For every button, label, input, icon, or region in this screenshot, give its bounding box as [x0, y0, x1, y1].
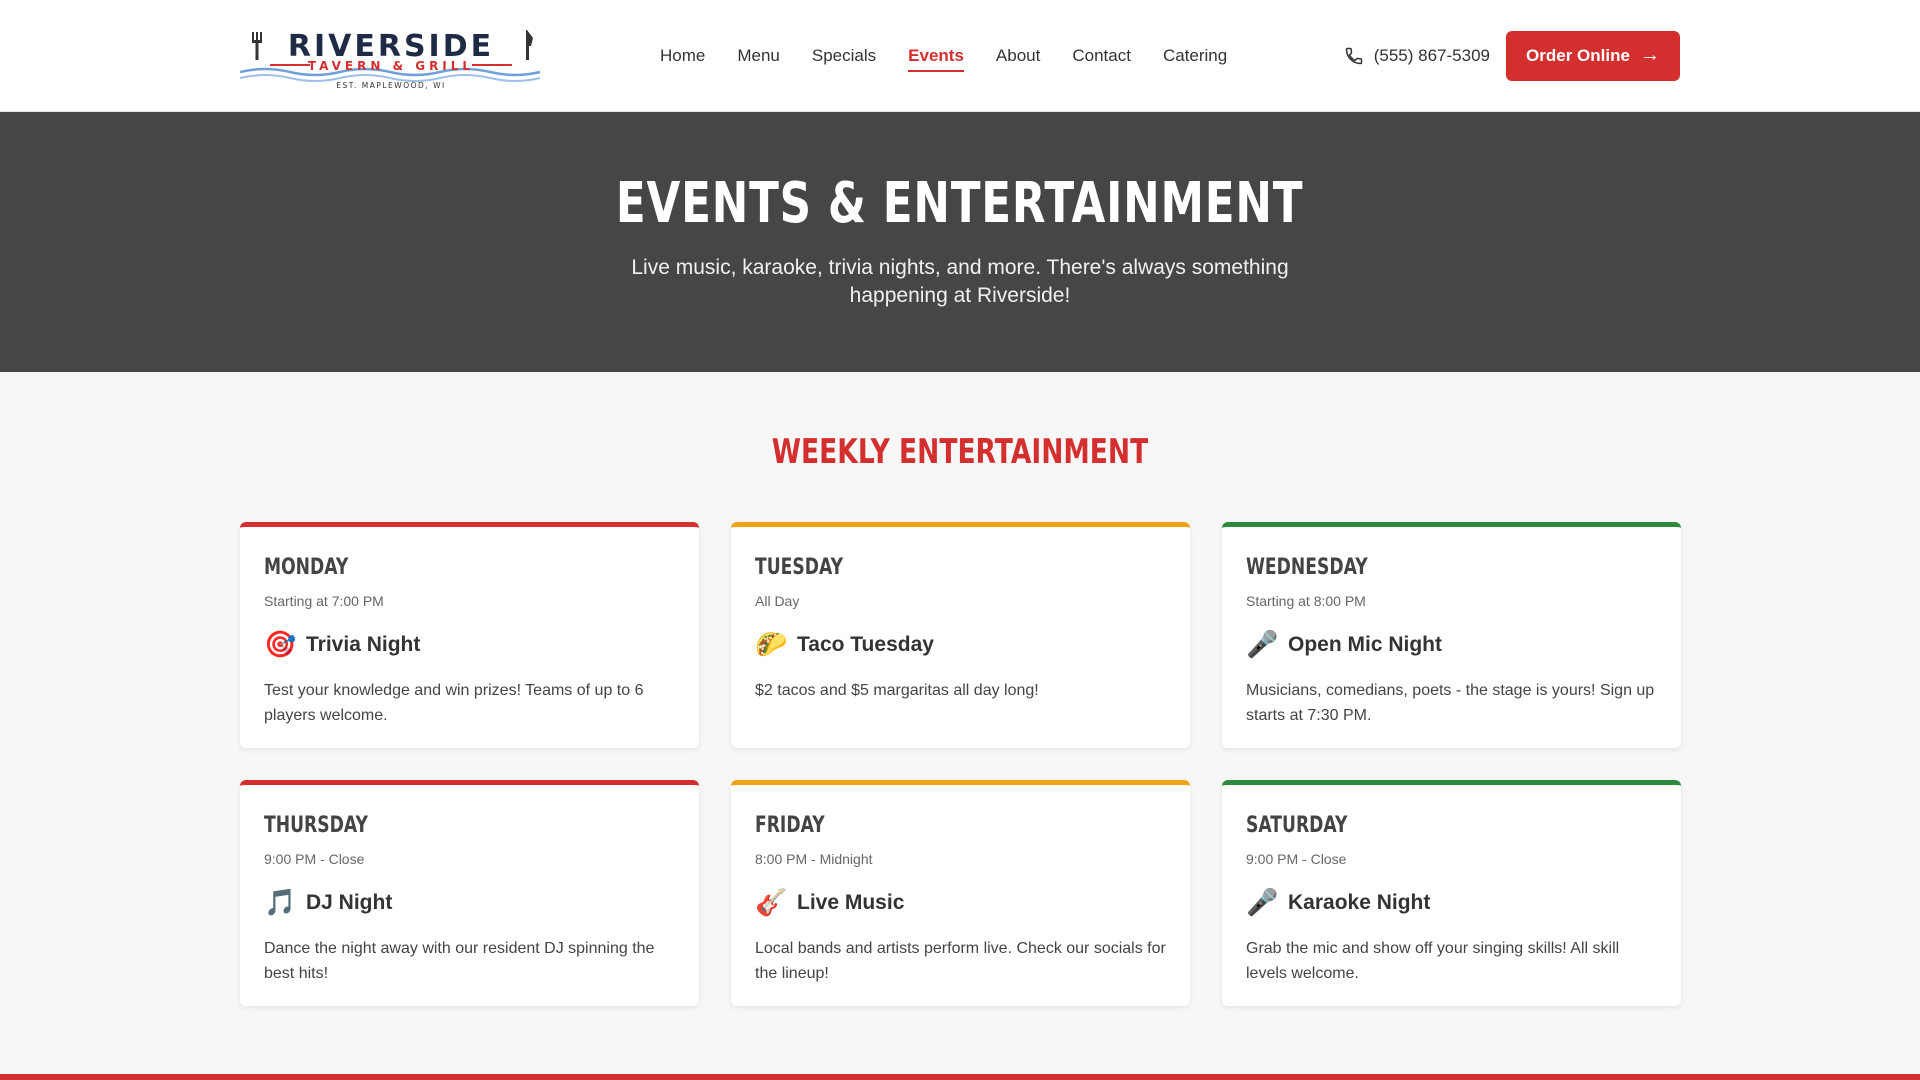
guitar-icon: 🎸 — [755, 887, 788, 917]
section-title: Weekly Entertainment — [771, 432, 1149, 472]
event-heading: 🎤 Open Mic Night — [1246, 629, 1657, 660]
event-day: Saturday — [1246, 813, 1348, 838]
event-description: Dance the night away with our resident D… — [264, 940, 655, 982]
event-heading: 🎯 Trivia Night — [264, 629, 675, 660]
event-description: Local bands and artists perform live. Ch… — [755, 940, 1166, 982]
event-time: Starting at 7:00 PM — [264, 593, 384, 609]
event-heading: 🌮 Taco Tuesday — [755, 629, 1166, 660]
main-nav: Home Menu Specials Events About Contact … — [660, 0, 1259, 112]
order-online-button[interactable]: Order Online → — [1506, 30, 1680, 81]
music-note-icon: 🎵 — [264, 887, 297, 917]
taco-icon: 🌮 — [755, 629, 788, 659]
hero-subtitle: Live music, karaoke, trivia nights, and … — [631, 256, 1289, 307]
event-name: DJ Night — [306, 890, 393, 914]
arrow-right-icon: → — [1639, 44, 1660, 66]
event-card-saturday: Saturday 9:00 PM - Close 🎤 Karaoke Night… — [1222, 780, 1681, 1006]
phone-number: (555) 867-5309 — [1373, 45, 1490, 65]
event-day: Monday — [264, 555, 349, 580]
event-name: Open Mic Night — [1288, 632, 1442, 656]
event-card-wednesday: Wednesday Starting at 8:00 PM 🎤 Open Mic… — [1222, 522, 1681, 748]
event-day: Thursday — [264, 813, 368, 838]
event-heading: 🎵 DJ Night — [264, 887, 675, 918]
nav-home[interactable]: Home — [660, 36, 705, 76]
svg-text:TAVERN & GRILL: TAVERN & GRILL — [308, 59, 474, 73]
event-heading: 🎤 Karaoke Night — [1246, 887, 1657, 918]
event-name: Taco Tuesday — [797, 632, 934, 656]
microphone-icon: 🎤 — [1246, 629, 1279, 659]
riverside-logo[interactable]: RIVERSIDE TAVERN & GRILL EST. MAPLEWOOD,… — [240, 18, 542, 94]
event-day: Friday — [755, 813, 825, 838]
event-card-tuesday: Tuesday All Day 🌮 Taco Tuesday $2 tacos … — [731, 522, 1190, 748]
event-card-thursday: Thursday 9:00 PM - Close 🎵 DJ Night Danc… — [240, 780, 699, 1006]
event-day: Wednesday — [1246, 555, 1368, 580]
event-description: Test your knowledge and win prizes! Team… — [264, 682, 644, 724]
hero-banner: Events & Entertainment Live music, karao… — [0, 112, 1920, 372]
svg-text:EST. MAPLEWOOD, WI: EST. MAPLEWOOD, WI — [336, 81, 445, 90]
event-description: Grab the mic and show off your singing s… — [1246, 940, 1620, 982]
page-title: Events & Entertainment — [616, 171, 1304, 236]
event-time: 9:00 PM - Close — [1246, 851, 1347, 867]
event-name: Karaoke Night — [1288, 890, 1431, 914]
event-time: Starting at 8:00 PM — [1246, 593, 1366, 609]
target-icon: 🎯 — [264, 629, 297, 659]
nav-events[interactable]: Events — [908, 36, 964, 76]
event-name: Trivia Night — [306, 632, 421, 656]
order-online-label: Order Online — [1526, 45, 1630, 65]
nav-about[interactable]: About — [996, 36, 1040, 76]
nav-contact[interactable]: Contact — [1072, 36, 1131, 76]
event-card-friday: Friday 8:00 PM - Midnight 🎸 Live Music L… — [731, 780, 1190, 1006]
event-card-monday: Monday Starting at 7:00 PM 🎯 Trivia Nigh… — [240, 522, 699, 748]
event-description: $2 tacos and $5 margaritas all day long! — [755, 682, 1039, 699]
phone-icon — [1345, 47, 1362, 64]
event-grid: Monday Starting at 7:00 PM 🎯 Trivia Nigh… — [240, 522, 1681, 1006]
logo-graphic: RIVERSIDE TAVERN & GRILL EST. MAPLEWOOD,… — [240, 29, 541, 90]
footer-accent-bar — [0, 1074, 1920, 1080]
nav-catering[interactable]: Catering — [1163, 36, 1227, 76]
event-time: All Day — [755, 593, 800, 609]
event-name: Live Music — [797, 890, 905, 914]
event-heading: 🎸 Live Music — [755, 887, 1166, 918]
site-header: RIVERSIDE TAVERN & GRILL EST. MAPLEWOOD,… — [0, 0, 1920, 112]
phone-link[interactable]: (555) 867-5309 — [1344, 46, 1490, 66]
nav-menu[interactable]: Menu — [737, 36, 780, 76]
nav-specials[interactable]: Specials — [812, 36, 876, 76]
weekly-entertainment-section: Weekly Entertainment Monday Starting at … — [0, 372, 1920, 1006]
event-time: 9:00 PM - Close — [264, 851, 365, 867]
event-time: 8:00 PM - Midnight — [755, 851, 873, 867]
event-description: Musicians, comedians, poets - the stage … — [1246, 682, 1655, 724]
microphone-icon: 🎤 — [1246, 887, 1279, 917]
event-day: Tuesday — [755, 555, 844, 580]
